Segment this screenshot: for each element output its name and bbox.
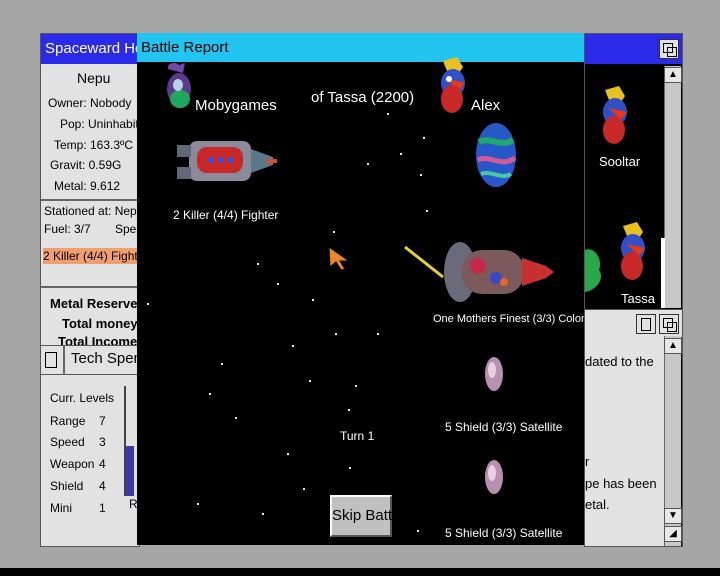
curr-levels-label: Curr. Levels <box>50 391 115 405</box>
turn-indicator: Turn 1 <box>340 429 375 443</box>
star <box>423 137 425 139</box>
bird-avatar-icon <box>621 222 645 280</box>
tech-level-weapon: 4 <box>99 457 106 471</box>
messages-titlebar[interactable] <box>585 309 682 338</box>
tech-window-title: Tech Spending <box>71 350 140 367</box>
tech-name-speed: Speed <box>50 435 85 449</box>
star <box>257 263 259 265</box>
star <box>387 113 389 115</box>
tech-level-shield: 4 <box>99 479 106 493</box>
close-box-icon[interactable] <box>45 352 57 368</box>
planet-pop: Pop: Uninhabite <box>60 117 140 131</box>
tech-name-range: Range <box>50 414 86 428</box>
message-line: dated to the <box>585 354 654 369</box>
planet-temp: Temp: 163.3ºC <box>54 138 134 152</box>
star <box>312 299 314 301</box>
tech-name-shield: Shield <box>50 479 84 493</box>
laser-beam <box>404 245 444 279</box>
tech-spend-bar[interactable] <box>126 446 134 496</box>
divider <box>41 286 139 288</box>
star <box>420 174 422 176</box>
star <box>367 163 369 165</box>
star <box>400 153 402 155</box>
star <box>197 503 199 505</box>
message-line: r <box>585 454 590 469</box>
alien-avatar-icon <box>167 62 191 108</box>
battle-report-title[interactable]: Battle Report <box>137 33 588 62</box>
star <box>209 393 211 395</box>
message-line: etal. <box>585 497 610 512</box>
star <box>417 530 419 532</box>
resize-handle-icon[interactable]: ◢ <box>664 526 682 542</box>
satellite-icon <box>485 357 503 391</box>
star <box>292 345 294 347</box>
tech-name-weapon: Weapon <box>50 457 95 471</box>
pointer-cursor-icon <box>328 246 351 271</box>
star <box>355 385 357 387</box>
satellite-icon <box>485 460 503 494</box>
star <box>377 333 379 335</box>
scroll-up-arrow-icon[interactable]: ▲ <box>664 67 682 83</box>
colony-ship-icon <box>444 242 554 302</box>
star <box>426 210 428 212</box>
star <box>235 417 237 419</box>
fleet-fuel: Fuel: 3/7 <box>44 222 91 236</box>
satellite-label-2: 5 Shield (3/3) Satellite <box>445 526 563 540</box>
player-left-name: Mobygames <box>195 97 277 114</box>
star <box>303 488 305 490</box>
player-name-tassa[interactable]: Tassa <box>621 291 655 306</box>
player-name-sooltar[interactable]: Sooltar <box>599 154 640 169</box>
battle-report-window: Battle Report Mobygames of Tassa (2200) … <box>137 33 588 545</box>
tech-level-speed: 3 <box>99 435 106 449</box>
tech-level-mini: 1 <box>99 501 106 515</box>
planet-window: Spaceward Ho! Nepu Owner: Nobody Pop: Un… <box>40 33 140 547</box>
star <box>333 231 335 233</box>
planet-metal: Metal: 9.612 <box>54 179 121 193</box>
total-money: Total money $ <box>62 316 140 331</box>
scroll-down-arrow-icon[interactable]: ▼ <box>664 508 682 524</box>
scroll-up-arrow-icon[interactable]: ▲ <box>664 338 682 354</box>
colony-ship-label: One Mothers Finest (3/3) Colon <box>433 313 588 325</box>
star <box>147 303 149 305</box>
battle-location: of Tassa (2200) <box>311 89 415 106</box>
planet-gravity: Gravit: 0.59G <box>50 158 122 172</box>
bird-avatar-icon <box>603 86 627 144</box>
divider <box>63 346 65 374</box>
zoom-box-icon[interactable] <box>659 39 679 59</box>
star <box>349 467 351 469</box>
planet-owner: Owner: Nobody <box>48 96 132 110</box>
bird-avatar-icon <box>441 57 465 113</box>
stationed-at: Stationed at: Nepu <box>44 204 140 218</box>
left-fleet-label: 2 Killer (4/4) Fighter <box>173 208 279 222</box>
star <box>287 453 289 455</box>
tech-level-range: 7 <box>99 414 106 428</box>
skip-battle-button[interactable]: Skip Battle <box>330 495 404 537</box>
players-scrollbar[interactable] <box>664 66 681 308</box>
star <box>277 283 279 285</box>
planet-name: Nepu <box>77 70 111 86</box>
grow-box-icon[interactable] <box>636 314 656 334</box>
metal-reserve: Metal Reserve 1 <box>50 296 140 311</box>
message-line: pe has been <box>585 476 657 491</box>
star <box>262 513 264 515</box>
messages-pane[interactable]: dated to the r pe has been etal. <box>585 336 664 546</box>
star <box>348 409 350 411</box>
satellite-label-1: 5 Shield (3/3) Satellite <box>445 420 563 434</box>
divider <box>41 199 139 201</box>
fighter-ship-icon <box>177 141 277 181</box>
fleet-list-item-selected[interactable]: 2 Killer (4/4) Fighter <box>43 248 139 264</box>
star <box>221 363 223 365</box>
player-right-name: Alex <box>471 97 501 114</box>
selection-edge <box>661 238 665 308</box>
tech-name-mini: Mini <box>50 501 73 515</box>
star <box>309 380 311 382</box>
tech-window-titlebar[interactable]: Tech Spending <box>41 345 139 375</box>
zoom-box-icon[interactable] <box>659 314 679 334</box>
players-window: ▲ Sooltar Tassa dated to the r pe has be… <box>584 33 683 547</box>
planet-window-title[interactable]: Spaceward Ho! <box>41 34 139 64</box>
star <box>335 333 337 335</box>
planet-icon <box>476 123 517 187</box>
alien-plant-icon <box>585 249 602 292</box>
